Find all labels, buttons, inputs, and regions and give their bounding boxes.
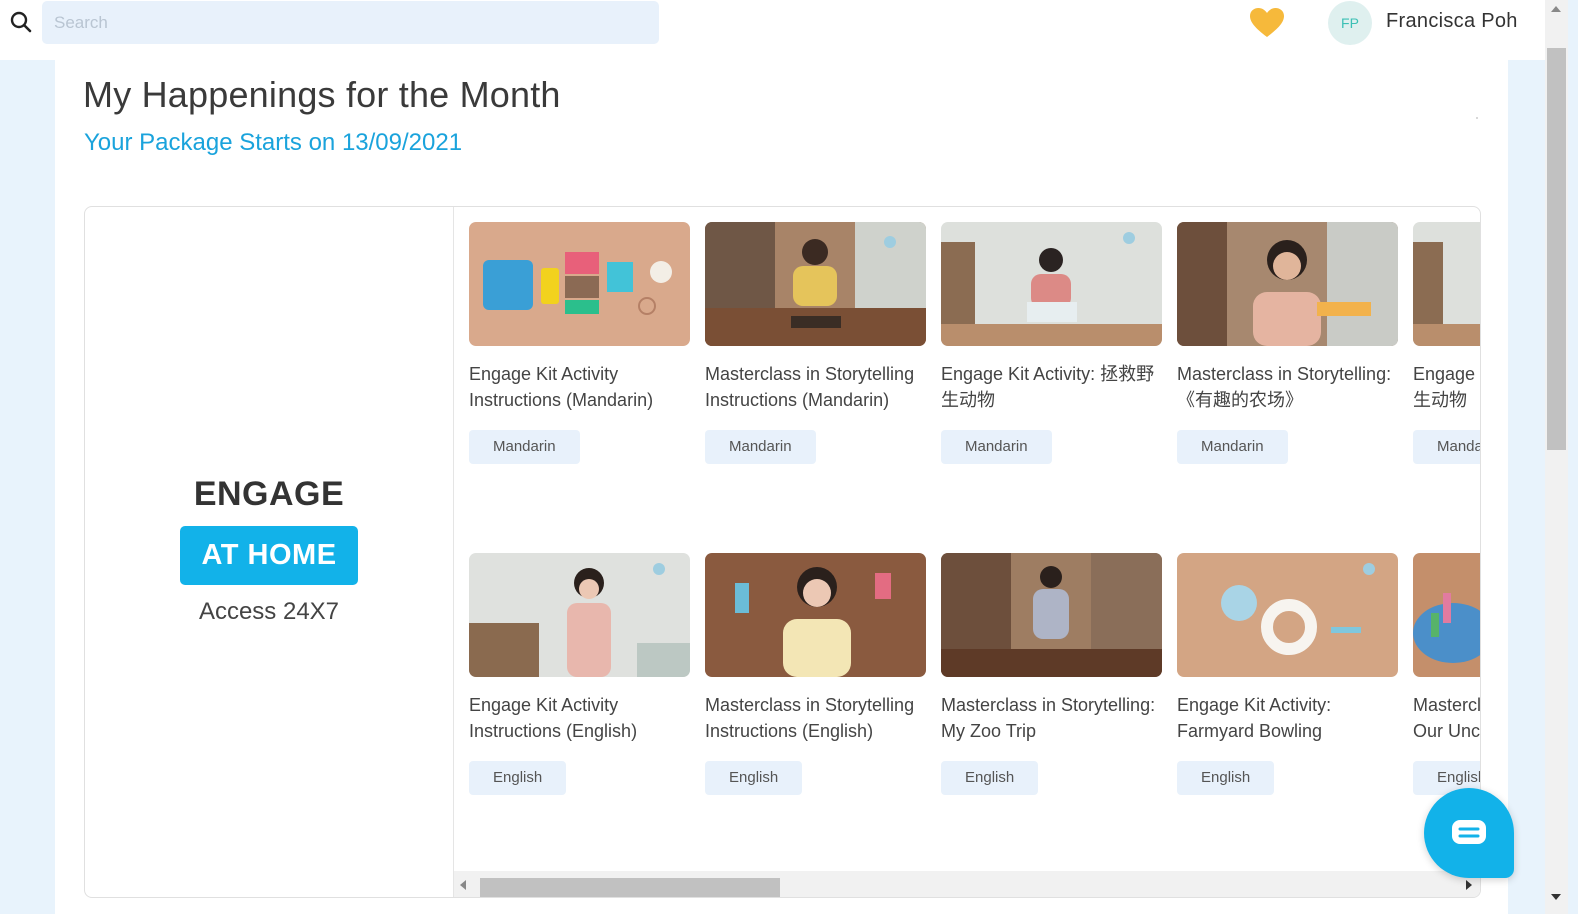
language-tag: English bbox=[705, 761, 803, 795]
chat-icon bbox=[1452, 820, 1486, 844]
scroll-up-arrow-icon[interactable] bbox=[1551, 6, 1561, 12]
engage-title: ENGAGE bbox=[193, 475, 345, 513]
video-card[interactable]: Engage Kit Activity: Farmyard Bowling En… bbox=[1177, 553, 1398, 795]
language-tag: Mandarin bbox=[469, 430, 580, 464]
video-card[interactable]: Masterclass in Storytelling Instructions… bbox=[705, 553, 926, 795]
video-thumbnail[interactable] bbox=[1413, 553, 1480, 677]
video-carousel[interactable]: Engage Kit Activity Instructions (Mandar… bbox=[454, 207, 1480, 897]
search-icon[interactable] bbox=[9, 10, 33, 34]
vertical-scroll-thumb[interactable] bbox=[1547, 48, 1566, 450]
video-card[interactable]: Engage Kit Activity Instructions (Mandar… bbox=[469, 222, 690, 464]
language-tag: English bbox=[469, 761, 567, 795]
language-tag: Mandarin bbox=[705, 430, 816, 464]
language-tag: English bbox=[941, 761, 1039, 795]
video-card[interactable]: Masterclass in Storytelling: Our Uncle E… bbox=[1413, 553, 1480, 795]
horizontal-scrollbar[interactable] bbox=[454, 871, 1480, 897]
video-title[interactable]: Engage Kit Activity Instructions (Mandar… bbox=[469, 361, 690, 413]
scroll-right-arrow-icon[interactable] bbox=[1466, 880, 1472, 890]
video-thumbnail[interactable] bbox=[469, 222, 690, 346]
at-home-badge: AT HOME bbox=[180, 526, 358, 585]
video-thumbnail[interactable] bbox=[1413, 222, 1480, 346]
video-thumbnail[interactable] bbox=[1177, 222, 1398, 346]
page-title: My Happenings for the Month bbox=[83, 74, 561, 115]
language-tag: Mandarin bbox=[1413, 430, 1480, 464]
video-card[interactable]: Masterclass in Storytelling Instructions… bbox=[705, 222, 926, 464]
engage-card: ENGAGE AT HOME Access 24X7 Engage Kit Ac… bbox=[84, 206, 1481, 898]
decorative-dot bbox=[1476, 117, 1478, 119]
language-tag: Mandarin bbox=[1177, 430, 1288, 464]
video-title[interactable]: Masterclass in Storytelling: My Zoo Trip bbox=[941, 692, 1162, 744]
user-name[interactable]: Francisca Poh bbox=[1386, 10, 1518, 33]
video-title[interactable]: Engage Kit Activity: Farmyard Bowling bbox=[1177, 692, 1398, 744]
video-thumbnail[interactable] bbox=[469, 553, 690, 677]
video-title[interactable]: Engage Kit Activity Instructions (Englis… bbox=[469, 692, 690, 744]
video-thumbnail[interactable] bbox=[941, 553, 1162, 677]
video-card[interactable]: Engage Kit Activity: 拯救野生动物 Mandarin bbox=[941, 222, 1162, 464]
video-card[interactable]: Engage Kit Activity: 拯救野生动物 Mandarin bbox=[1413, 222, 1480, 464]
video-card[interactable]: Engage Kit Activity Instructions (Englis… bbox=[469, 553, 690, 795]
search-box bbox=[42, 1, 659, 44]
vertical-scrollbar[interactable] bbox=[1545, 0, 1568, 914]
heart-icon[interactable] bbox=[1249, 7, 1285, 39]
video-card[interactable]: Masterclass in Storytelling: My Zoo Trip… bbox=[941, 553, 1162, 795]
video-title[interactable]: Engage Kit Activity: 拯救野生动物 bbox=[1413, 361, 1480, 413]
scroll-left-arrow-icon[interactable] bbox=[460, 880, 466, 890]
scroll-down-arrow-icon[interactable] bbox=[1551, 894, 1561, 900]
chat-button[interactable] bbox=[1424, 788, 1514, 878]
video-thumbnail[interactable] bbox=[1177, 553, 1398, 677]
video-thumbnail[interactable] bbox=[705, 553, 926, 677]
search-input[interactable] bbox=[42, 1, 659, 44]
package-start-date: Your Package Starts on 13/09/2021 bbox=[84, 129, 463, 156]
access-label: Access 24X7 bbox=[198, 598, 340, 625]
video-title[interactable]: Masterclass in Storytelling: 《有趣的农场》 bbox=[1177, 361, 1398, 413]
top-bar: FP Francisca Poh bbox=[0, 0, 1545, 60]
video-title[interactable]: Masterclass in Storytelling: Our Uncle bbox=[1413, 692, 1480, 744]
language-tag: Mandarin bbox=[941, 430, 1052, 464]
video-title[interactable]: Engage Kit Activity: 拯救野生动物 bbox=[941, 361, 1162, 413]
video-thumbnail[interactable] bbox=[705, 222, 926, 346]
video-title[interactable]: Masterclass in Storytelling Instructions… bbox=[705, 361, 926, 413]
video-card[interactable]: Masterclass in Storytelling: 《有趣的农场》 Man… bbox=[1177, 222, 1398, 464]
language-tag: English bbox=[1177, 761, 1275, 795]
video-thumbnail[interactable] bbox=[941, 222, 1162, 346]
engage-at-home-panel: ENGAGE AT HOME Access 24X7 bbox=[85, 207, 454, 897]
horizontal-scroll-thumb[interactable] bbox=[480, 878, 780, 897]
avatar[interactable]: FP bbox=[1328, 1, 1372, 45]
video-title[interactable]: Masterclass in Storytelling Instructions… bbox=[705, 692, 926, 744]
